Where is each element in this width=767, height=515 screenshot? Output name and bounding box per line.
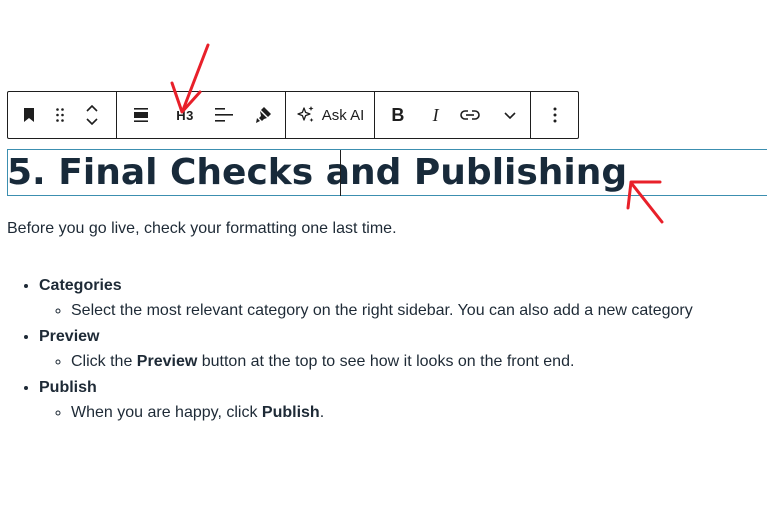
annotation-overlay (170, 43, 664, 224)
sublist-text: When you are happy, click (71, 404, 262, 421)
bold-label: B (391, 104, 405, 125)
drag-handle-icon (56, 108, 64, 122)
chevron-up-icon[interactable] (86, 105, 98, 112)
sublist-bold: Publish (261, 404, 320, 421)
sublist-text: button at the top to see how it looks on… (197, 353, 575, 370)
drag-handle-button[interactable] (50, 92, 70, 138)
align-button[interactable] (117, 92, 165, 138)
list-item[interactable]: Categories Select the most relevant cate… (39, 276, 693, 321)
bold-button[interactable]: B (375, 92, 421, 138)
options-group (531, 92, 578, 138)
block-mover (70, 92, 114, 138)
ask-ai-button[interactable]: Ask AI (286, 92, 374, 138)
list-item-title: Preview (39, 328, 100, 345)
highlighter-icon (256, 107, 271, 123)
sublist-item[interactable]: Select the most relevant category on the… (71, 301, 693, 321)
block-type-button[interactable] (8, 92, 50, 138)
more-formats-button[interactable] (490, 92, 530, 138)
intro-paragraph[interactable]: Before you go live, check your formattin… (7, 219, 397, 239)
sublist-text: Select the most relevant category on the… (71, 302, 693, 319)
ai-group: Ask AI (286, 92, 375, 138)
checklist: Categories Select the most relevant cate… (18, 276, 693, 429)
more-vertical-icon (553, 107, 556, 123)
sublist: Click the Preview button at the top to s… (39, 352, 693, 372)
block-tools-group (8, 92, 117, 138)
sublist: When you are happy, click Publish. (39, 403, 693, 423)
italic-label: I (432, 104, 439, 125)
sublist: Select the most relevant category on the… (39, 301, 693, 321)
heading-level-label: H3 (176, 107, 194, 123)
sublist-bold: Preview (136, 353, 198, 370)
sublist-text: Click the (71, 353, 137, 370)
list-item[interactable]: Preview Click the Preview button at the … (39, 327, 693, 372)
chevron-down-icon[interactable] (86, 118, 98, 125)
inline-format-group: B I (375, 92, 531, 138)
text-caret (340, 150, 341, 196)
sparkles-icon (297, 106, 314, 122)
heading-level-button[interactable]: H3 (165, 92, 205, 138)
sublist-item[interactable]: When you are happy, click Publish. (71, 403, 693, 423)
ask-ai-label: Ask AI (321, 106, 365, 124)
page-heading[interactable]: 5. Final Checks and Publishing (7, 150, 627, 196)
options-button[interactable] (531, 92, 578, 138)
format-group: H3 (117, 92, 286, 138)
text-align-icon (215, 108, 233, 122)
list-item-title: Categories (39, 277, 122, 294)
bookmark-icon (24, 108, 34, 122)
sublist-text: . (319, 404, 325, 421)
highlight-button[interactable] (243, 92, 283, 138)
link-button[interactable] (451, 92, 491, 138)
link-icon (460, 110, 481, 120)
italic-button[interactable]: I (421, 92, 451, 138)
sublist-item[interactable]: Click the Preview button at the top to s… (71, 352, 693, 372)
list-item-title: Publish (39, 379, 97, 396)
chevron-down-icon (504, 111, 516, 119)
align-icon (134, 108, 148, 122)
text-align-button[interactable] (205, 92, 243, 138)
block-toolbar: H3 Ask AI B I (7, 91, 579, 139)
list-item[interactable]: Publish When you are happy, click Publis… (39, 378, 693, 423)
